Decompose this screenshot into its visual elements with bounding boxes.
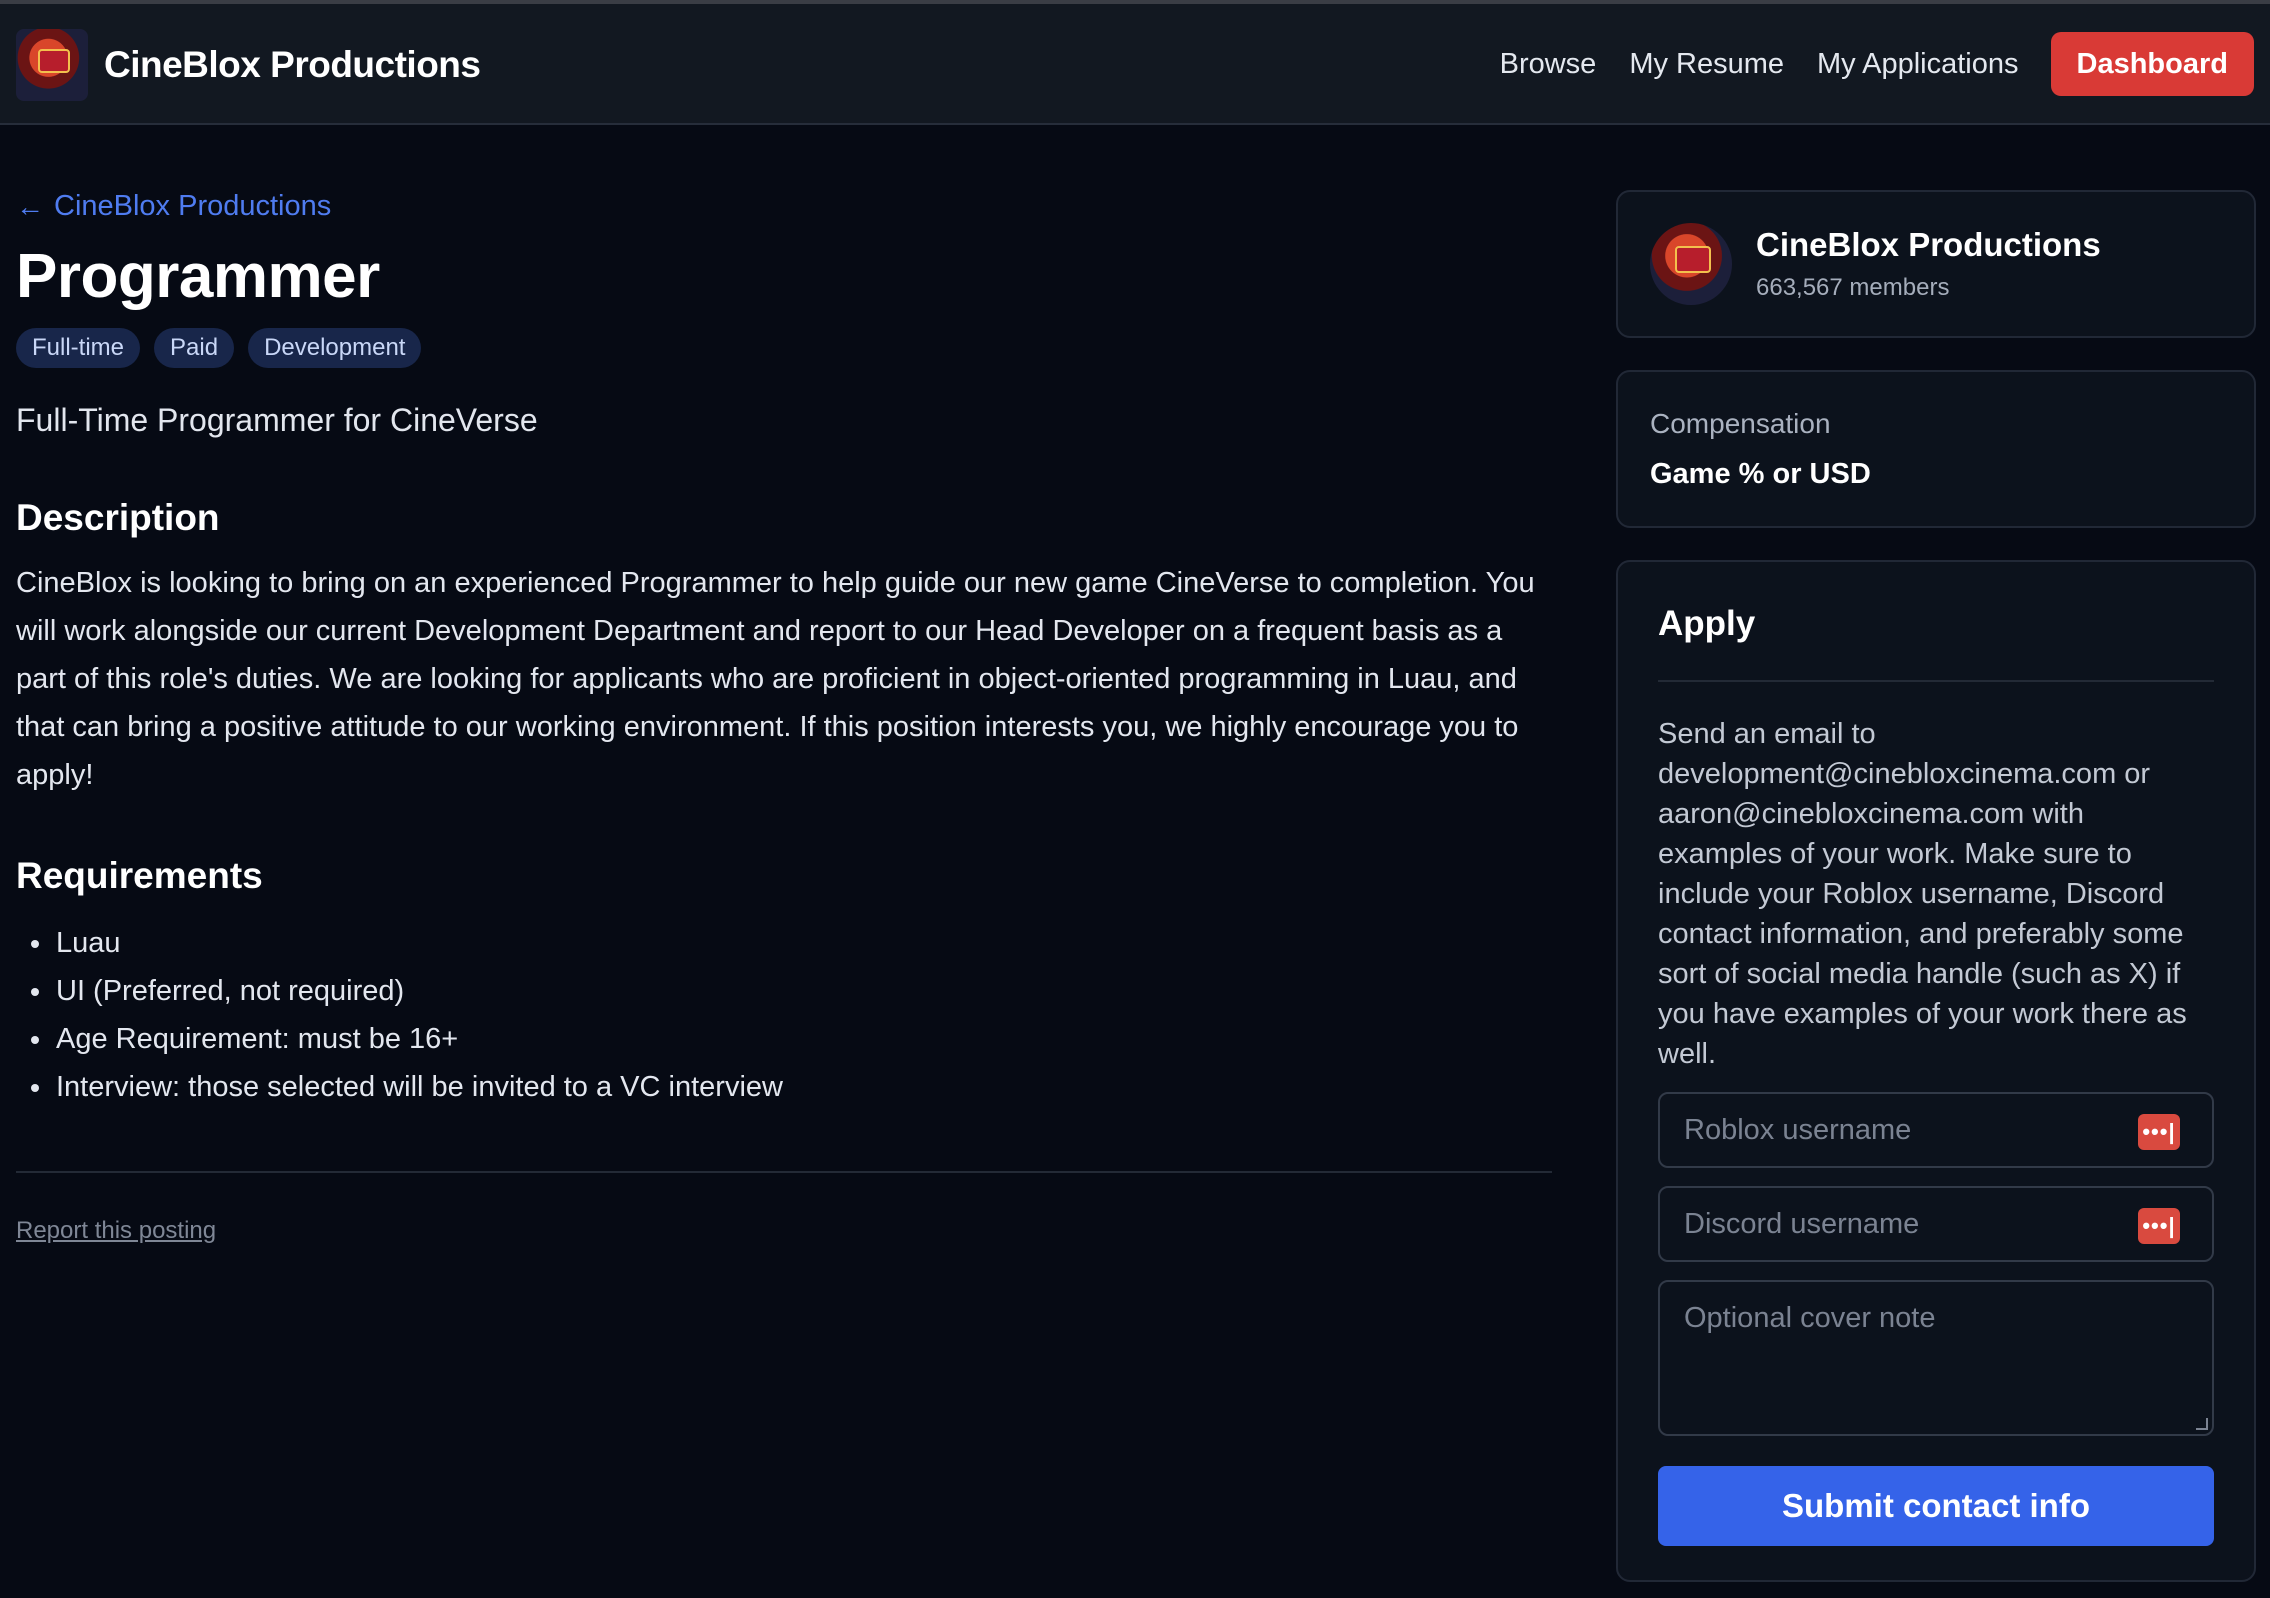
back-link-label: CineBlox Productions — [54, 190, 332, 222]
tag-badge: Development — [248, 328, 422, 368]
roblox-username-field-wrapper: •••| — [1658, 1092, 2214, 1168]
requirement-item: Age Requirement: must be 16+ — [16, 1015, 1552, 1063]
compensation-value: Game % or USD — [1650, 458, 1871, 490]
tag-badge: Full-time — [16, 328, 141, 368]
job-subtitle: Full-Time Programmer for CineVerse — [16, 402, 538, 438]
apply-instructions: Send an email to development@cinebloxcin… — [1658, 718, 2187, 1070]
divider — [1658, 680, 2214, 682]
job-tags: Full-time Paid Development — [16, 328, 1552, 368]
dashboard-button[interactable]: Dashboard — [2050, 32, 2254, 96]
discord-username-field-wrapper: •••| — [1658, 1186, 2214, 1262]
submit-contact-info-button[interactable]: Submit contact info — [1658, 1466, 2214, 1546]
brand-home-link[interactable]: CineBlox Productions — [16, 29, 481, 101]
compensation-label: Compensation — [1650, 408, 1831, 439]
apply-heading: Apply — [1658, 604, 1756, 643]
password-manager-icon[interactable]: •••| — [2138, 1114, 2180, 1150]
requirement-item: Interview: those selected will be invite… — [16, 1063, 1552, 1111]
roblox-username-input[interactable] — [1660, 1094, 2212, 1166]
job-title: Programmer — [16, 242, 380, 311]
report-posting-link[interactable]: Report this posting — [16, 1217, 216, 1245]
sidebar: CineBlox Productions 663,567 members Com… — [1616, 190, 2256, 1582]
requirement-item: UI (Preferred, not required) — [16, 967, 1552, 1015]
org-avatar — [1650, 223, 1732, 305]
nav-my-applications-link[interactable]: My Applications — [1817, 48, 2019, 81]
tag-badge: Paid — [154, 328, 235, 368]
main-nav: Browse My Resume My Applications Dashboa… — [1467, 32, 2254, 96]
compensation-card: Compensation Game % or USD — [1616, 370, 2256, 528]
resize-handle-icon[interactable] — [2196, 1418, 2208, 1430]
job-posting-main: ← CineBlox Productions Programmer Full-t… — [16, 190, 1552, 1245]
org-card[interactable]: CineBlox Productions 663,567 members — [1616, 190, 2256, 338]
org-name: CineBlox Productions — [1756, 226, 2101, 263]
cover-note-field-wrapper — [1658, 1280, 2214, 1436]
brand-name: CineBlox Productions — [104, 44, 481, 85]
org-member-count: 663,567 members — [1756, 274, 1950, 301]
nav-my-resume-link[interactable]: My Resume — [1629, 48, 1784, 81]
description-heading: Description — [16, 497, 220, 538]
top-navbar: CineBlox Productions Browse My Resume My… — [0, 4, 2270, 125]
requirements-list: Luau UI (Preferred, not required) Age Re… — [16, 919, 1552, 1111]
password-manager-icon[interactable]: •••| — [2138, 1208, 2180, 1244]
brand-logo-image — [16, 29, 88, 101]
back-to-org-link[interactable]: ← CineBlox Productions — [16, 190, 1552, 223]
description-text: CineBlox is looking to bring on an exper… — [16, 567, 1535, 791]
discord-username-input[interactable] — [1660, 1188, 2212, 1260]
back-arrow-icon: ← — [16, 190, 44, 222]
apply-card: Apply Send an email to development@cineb… — [1616, 560, 2256, 1582]
cover-note-textarea[interactable] — [1660, 1282, 2212, 1434]
requirements-heading: Requirements — [16, 855, 263, 896]
divider — [16, 1171, 1552, 1173]
requirement-item: Luau — [16, 919, 1552, 967]
nav-browse-link[interactable]: Browse — [1500, 48, 1597, 81]
